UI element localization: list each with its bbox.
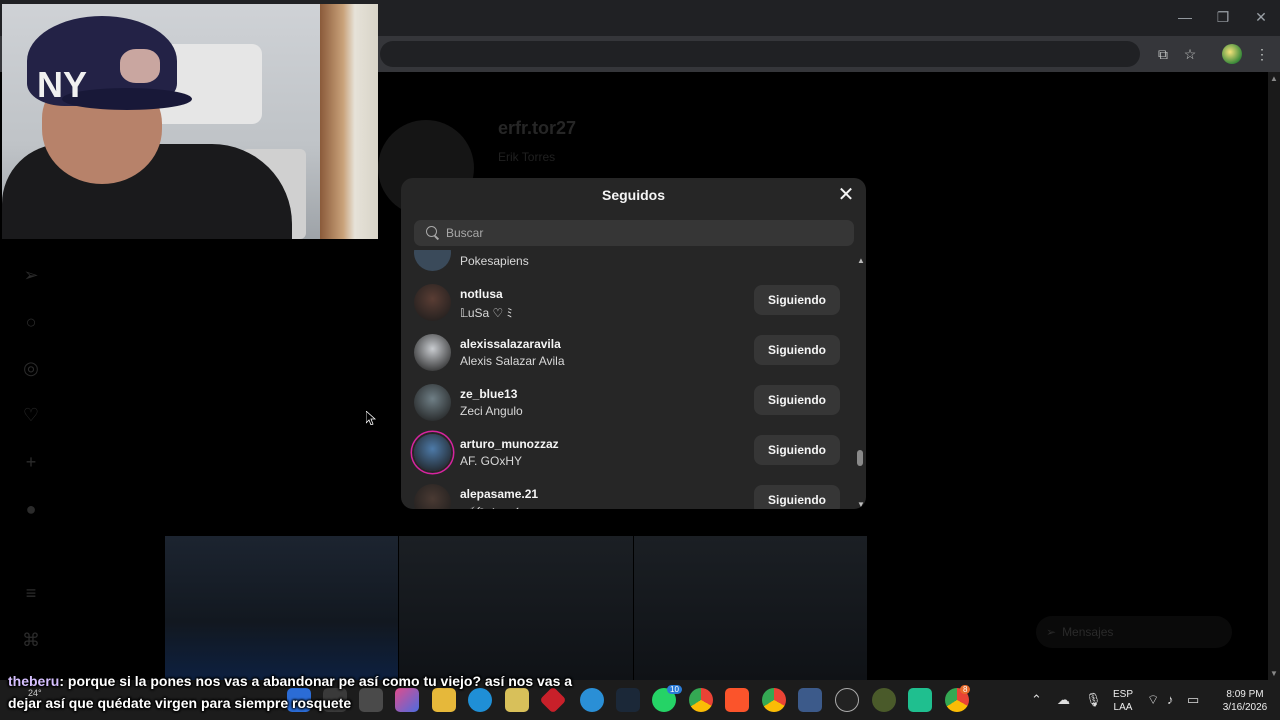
cap-patch xyxy=(120,49,160,83)
following-list: Pokesapiens notlusa 𝕃uSa ♡ ﾐ Siguiendo alex… xyxy=(401,250,856,509)
address-bar[interactable] xyxy=(380,41,1140,67)
profile-username: erfr.tor27 xyxy=(498,118,577,138)
chat-username: theberu xyxy=(8,673,60,689)
date-label: 3/16/2026 xyxy=(1222,702,1268,713)
list-item[interactable]: alexissalazaravila Alexis Salazar Avila Si… xyxy=(401,328,856,378)
threads-icon[interactable]: ⌘ xyxy=(20,629,42,651)
explore-icon[interactable]: ◎ xyxy=(20,357,42,379)
following-modal: Seguidos ✕ Pokesapiens notlusa 𝕃uSa ♡ ﾐ Si… xyxy=(401,178,866,509)
close-icon[interactable]: ✕ xyxy=(835,185,857,207)
chrome-badge: 8 xyxy=(960,685,971,694)
username[interactable]: alexissalazaravila xyxy=(460,337,561,351)
scroll-up-icon[interactable]: ▲ xyxy=(1270,74,1278,83)
messages-label: Mensajes xyxy=(1062,625,1114,639)
whatsapp-badge: 10 xyxy=(667,685,682,694)
send-icon: ➢ xyxy=(1046,625,1057,639)
battery-icon[interactable]: ▭ xyxy=(1187,692,1199,708)
page-scrollbar[interactable]: ▲ ▼ xyxy=(1268,72,1280,680)
avatar[interactable] xyxy=(414,284,451,321)
restore-icon[interactable]: ❐ xyxy=(1204,0,1242,34)
avatar[interactable] xyxy=(414,484,451,509)
microphone-icon[interactable]: 🎙︎ xyxy=(1085,692,1102,708)
post-thumbnail[interactable] xyxy=(165,536,399,680)
search-field[interactable] xyxy=(414,220,854,246)
webcam-overlay: NY xyxy=(2,4,378,239)
search-input[interactable] xyxy=(446,226,826,240)
send-icon[interactable]: ➢ xyxy=(20,264,42,286)
extension-avatar-icon[interactable] xyxy=(1222,44,1242,64)
cap-logo: NY xyxy=(37,64,88,105)
post-grid xyxy=(165,536,867,680)
following-button[interactable]: Siguiendo xyxy=(754,335,840,365)
settings-icon[interactable] xyxy=(798,688,822,712)
scroll-down-icon[interactable]: ▼ xyxy=(1270,669,1278,678)
app-globe-icon[interactable] xyxy=(872,688,896,712)
mouse-cursor-icon xyxy=(366,411,376,425)
minimize-icon[interactable]: — xyxy=(1166,0,1204,34)
following-button[interactable]: Siguiendo xyxy=(754,285,840,315)
full-name: Zeci Angulo xyxy=(460,404,523,418)
layout-label: LAA xyxy=(1113,702,1133,713)
avatar[interactable] xyxy=(414,384,451,421)
wifi-icon[interactable]: ⌔ xyxy=(1147,692,1159,708)
list-item[interactable]: notlusa 𝕃uSa ♡ ﾐ Siguiendo xyxy=(401,278,856,328)
language-indicator[interactable]: ESP LAA xyxy=(1110,688,1136,714)
time-label: 8:09 PM xyxy=(1226,689,1264,700)
search-icon[interactable]: ○ xyxy=(20,311,42,333)
bookmark-star-icon[interactable]: ☆ xyxy=(1180,44,1200,64)
following-button[interactable]: Siguiendo xyxy=(754,385,840,415)
modal-scrollbar[interactable]: ▲ ▼ xyxy=(856,256,866,509)
chat-overlay: theberu: porque si la pones nos vas a ab… xyxy=(8,670,588,714)
app-green-icon[interactable] xyxy=(908,688,932,712)
following-button[interactable]: Siguiendo xyxy=(754,435,840,465)
chat-message: : porque si la pones nos vas a abandonar… xyxy=(8,673,573,711)
full-name: 𝒜𝓁𝑒𝒿𝒶𝓃𝒹𝓇𝒶 xyxy=(460,504,530,509)
cloud-icon[interactable]: ☁ xyxy=(1057,692,1070,708)
brave-icon[interactable] xyxy=(725,688,749,712)
obs-icon[interactable] xyxy=(835,688,859,712)
create-icon[interactable]: + xyxy=(20,451,42,473)
full-name: Pokesapiens xyxy=(460,254,529,268)
list-item[interactable]: ze_blue13 Zeci Angulo Siguiendo xyxy=(401,378,856,428)
full-name: 𝕃uSa ♡ ﾐ xyxy=(460,306,513,320)
username[interactable]: alepasame.21 xyxy=(460,487,538,501)
avatar[interactable] xyxy=(414,334,451,371)
close-icon[interactable]: ✕ xyxy=(1242,0,1280,34)
username[interactable]: ze_blue13 xyxy=(460,387,517,401)
username[interactable]: notlusa xyxy=(460,287,503,301)
language-label: ESP xyxy=(1112,689,1133,700)
heart-icon[interactable]: ♡ xyxy=(20,404,42,426)
list-item[interactable]: Pokesapiens xyxy=(401,250,856,278)
avatar[interactable] xyxy=(414,250,451,271)
chrome-profile-icon[interactable] xyxy=(762,688,786,712)
following-button[interactable]: Siguiendo xyxy=(754,485,840,509)
install-app-icon[interactable]: ⧉ xyxy=(1153,44,1173,64)
screen: — ❐ ✕ ⧉ ☆ ⋮ ➢ ○ ◎ ♡ + ● ≡ ⌘ erfr.tor27 E… xyxy=(0,0,1280,720)
scrollbar-thumb[interactable] xyxy=(857,450,863,466)
chevron-up-icon[interactable]: ⌃ xyxy=(1031,692,1042,708)
avatar[interactable] xyxy=(414,434,451,471)
modal-title: Seguidos xyxy=(601,187,665,203)
search-icon xyxy=(426,226,440,240)
clock[interactable]: 8:09 PM 3/16/2026 xyxy=(1214,688,1276,714)
username[interactable]: arturo_munozzaz xyxy=(460,437,559,451)
messages-pill[interactable]: ➢ Mensajes xyxy=(1036,616,1232,648)
post-thumbnail[interactable] xyxy=(633,536,867,680)
chrome-icon[interactable] xyxy=(689,688,713,712)
profile-icon[interactable]: ● xyxy=(20,498,42,520)
scroll-down-icon[interactable]: ▼ xyxy=(857,500,865,509)
volume-icon[interactable]: ♪ xyxy=(1167,692,1174,707)
post-thumbnail[interactable] xyxy=(399,536,633,680)
menu-icon[interactable]: ≡ xyxy=(20,582,42,604)
scroll-up-icon[interactable]: ▲ xyxy=(857,256,865,265)
webcam-window xyxy=(320,4,378,239)
full-name: AF. GOxHY xyxy=(460,454,523,468)
full-name: Alexis Salazar Avila xyxy=(460,354,565,368)
list-item[interactable]: alepasame.21 𝒜𝓁𝑒𝒿𝒶𝓃𝒹𝓇𝒶 Siguiendo xyxy=(401,478,856,509)
more-menu-icon[interactable]: ⋮ xyxy=(1252,44,1272,64)
profile-full-name: Erik Torres xyxy=(498,150,556,164)
list-item[interactable]: arturo_munozzaz AF. GOxHY Siguiendo xyxy=(401,428,856,478)
steam-icon[interactable] xyxy=(616,688,640,712)
